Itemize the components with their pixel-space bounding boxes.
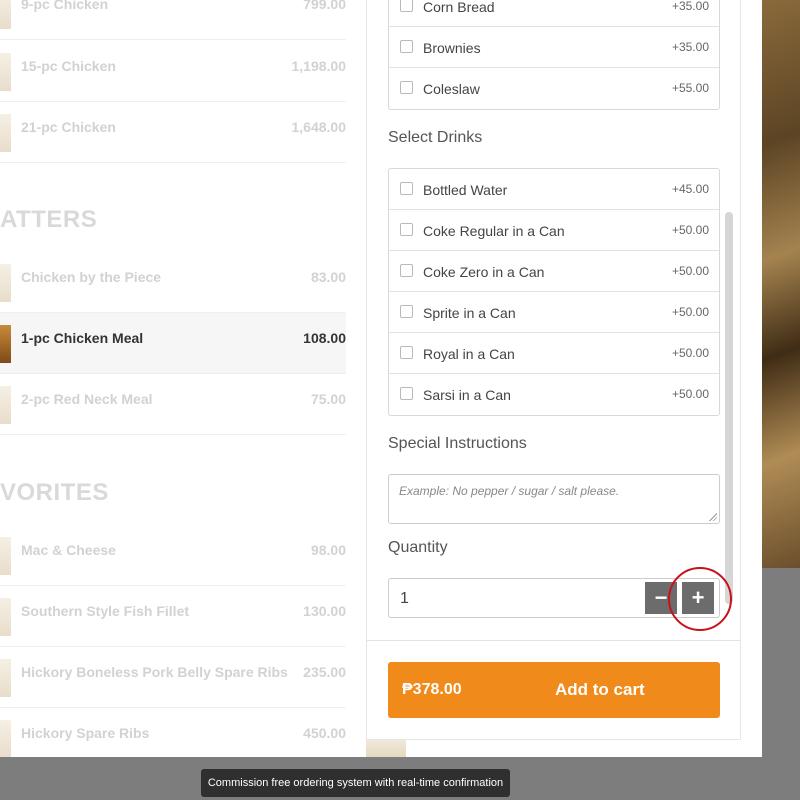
add-to-cart-button[interactable]: ₱378.00 Add to cart bbox=[388, 662, 720, 718]
option-price: +35.00 bbox=[671, 40, 709, 54]
drink-option[interactable]: Bottled Water +45.00 bbox=[389, 169, 719, 210]
option-label: Coke Regular in a Can bbox=[423, 223, 565, 239]
menu-item-thumbnail bbox=[0, 720, 11, 757]
side-option[interactable]: Brownies +35.00 bbox=[389, 27, 719, 68]
option-label: Brownies bbox=[423, 40, 481, 56]
option-price: +55.00 bbox=[671, 81, 709, 95]
menu-item-thumbnail bbox=[0, 53, 11, 91]
side-option[interactable]: Corn Bread +35.00 bbox=[389, 0, 719, 27]
option-price: +35.00 bbox=[671, 0, 709, 13]
menu-item-name: Mac & Cheese bbox=[21, 542, 116, 558]
menu-item[interactable]: Hickory Boneless Pork Belly Spare Ribs 2… bbox=[0, 647, 346, 708]
panel-scrollbar[interactable] bbox=[725, 212, 733, 604]
drink-option[interactable]: Coke Regular in a Can +50.00 bbox=[389, 210, 719, 251]
menu-item-price: 75.00 bbox=[310, 391, 346, 407]
textarea-placeholder: Example: No pepper / sugar / salt please… bbox=[399, 484, 620, 498]
menu-item-thumbnail bbox=[0, 386, 11, 424]
drink-option[interactable]: Coke Zero in a Can +50.00 bbox=[389, 251, 719, 292]
menu-item-price: 108.00 bbox=[303, 330, 346, 346]
menu-item[interactable]: Mac & Cheese 98.00 bbox=[0, 525, 346, 586]
menu-item-name: 1-pc Chicken Meal bbox=[21, 330, 144, 346]
drink-option[interactable]: Sprite in a Can +50.00 bbox=[389, 292, 719, 333]
menu-item-thumbnail bbox=[366, 740, 406, 757]
menu-item-thumbnail bbox=[0, 114, 11, 152]
quantity-input[interactable]: 1 bbox=[400, 590, 409, 608]
menu-item-name: 9-pc Chicken bbox=[21, 0, 109, 12]
menu-item-name: Hickory Boneless Pork Belly Spare Ribs bbox=[21, 664, 288, 680]
menu-item-thumbnail bbox=[0, 325, 11, 363]
option-label: Corn Bread bbox=[423, 0, 495, 15]
tooltip: Commission free ordering system with rea… bbox=[201, 769, 510, 797]
section-title: ATTERS bbox=[0, 206, 98, 233]
option-label: Royal in a Can bbox=[423, 346, 515, 362]
option-price: +50.00 bbox=[671, 305, 709, 319]
menu-item-thumbnail bbox=[0, 659, 11, 697]
checkbox[interactable] bbox=[400, 387, 413, 400]
drink-option[interactable]: Sarsi in a Can +50.00 bbox=[389, 374, 719, 415]
option-price: +50.00 bbox=[671, 346, 709, 360]
option-label: Coke Zero in a Can bbox=[423, 264, 545, 280]
option-price: +50.00 bbox=[671, 387, 709, 401]
menu-item-price: 235.00 bbox=[303, 664, 346, 680]
menu-item-thumbnail bbox=[0, 537, 11, 575]
menu-item-price: 450.00 bbox=[303, 725, 346, 741]
checkbox[interactable] bbox=[400, 0, 413, 12]
checkbox[interactable] bbox=[400, 346, 413, 359]
menu-item-name: Hickory Spare Ribs bbox=[21, 725, 150, 741]
checkbox[interactable] bbox=[400, 264, 413, 277]
menu-item-price: 1,198.00 bbox=[291, 58, 347, 74]
menu-item-price: 130.00 bbox=[303, 603, 346, 619]
menu-item[interactable]: 15-pc Chicken 1,198.00 bbox=[0, 41, 346, 102]
checkbox[interactable] bbox=[400, 305, 413, 318]
menu-item[interactable]: Southern Style Fish Fillet 130.00 bbox=[0, 586, 346, 647]
menu-item-name: Chicken by the Piece bbox=[21, 269, 162, 285]
drinks-option-list: Bottled Water +45.00 Coke Regular in a C… bbox=[388, 168, 720, 416]
menu-item-price: 83.00 bbox=[310, 269, 346, 285]
menu-item-thumbnail bbox=[0, 0, 11, 29]
checkbox[interactable] bbox=[400, 40, 413, 53]
option-label: Sprite in a Can bbox=[423, 305, 516, 321]
background-photo bbox=[762, 0, 800, 568]
option-price: +50.00 bbox=[671, 223, 709, 237]
decrease-quantity-button[interactable]: − bbox=[645, 582, 677, 614]
menu-item-price: 1,648.00 bbox=[291, 119, 347, 135]
checkbox[interactable] bbox=[400, 81, 413, 94]
menu-item-name: 15-pc Chicken bbox=[21, 58, 116, 74]
quantity-stepper: 1 − + bbox=[388, 578, 720, 618]
menu-item[interactable]: Chicken by the Piece 83.00 bbox=[0, 252, 346, 313]
menu-item[interactable]: 2-pc Red Neck Meal 75.00 bbox=[0, 374, 346, 435]
option-label: Sarsi in a Can bbox=[423, 387, 511, 403]
menu-item[interactable]: Hickory Spare Ribs 450.00 bbox=[0, 708, 346, 757]
footer-divider bbox=[367, 640, 740, 641]
menu-item-name: Southern Style Fish Fillet bbox=[21, 603, 190, 619]
drinks-heading: Select Drinks bbox=[388, 129, 483, 146]
quantity-heading: Quantity bbox=[388, 539, 448, 556]
section-title: VORITES bbox=[0, 479, 109, 506]
menu-item-thumbnail bbox=[0, 264, 11, 302]
instructions-heading: Special Instructions bbox=[388, 435, 527, 452]
menu-item-price: 98.00 bbox=[310, 542, 346, 558]
menu-item[interactable]: 21-pc Chicken 1,648.00 bbox=[0, 102, 346, 163]
option-price: +45.00 bbox=[671, 182, 709, 196]
checkbox[interactable] bbox=[400, 223, 413, 236]
cart-total-price: ₱378.00 bbox=[402, 681, 462, 698]
menu-item[interactable]: 9-pc Chicken 799.00 bbox=[0, 0, 346, 40]
special-instructions-textarea[interactable]: Example: No pepper / sugar / salt please… bbox=[388, 474, 720, 524]
sides-option-list: Corn Bread +35.00 Brownies +35.00 Colesl… bbox=[388, 0, 720, 110]
menu-item-selected[interactable]: 1-pc Chicken Meal 108.00 bbox=[0, 313, 346, 374]
add-to-cart-label: Add to cart bbox=[555, 680, 645, 699]
increase-quantity-button[interactable]: + bbox=[682, 582, 714, 614]
checkbox[interactable] bbox=[400, 182, 413, 195]
option-label: Bottled Water bbox=[423, 182, 508, 198]
menu-item-thumbnail bbox=[0, 598, 11, 636]
side-option[interactable]: Coleslaw +55.00 bbox=[389, 68, 719, 109]
drink-option[interactable]: Royal in a Can +50.00 bbox=[389, 333, 719, 374]
option-label: Coleslaw bbox=[423, 81, 480, 97]
resize-handle-icon[interactable] bbox=[709, 513, 717, 521]
item-options-panel: Corn Bread +35.00 Brownies +35.00 Colesl… bbox=[366, 0, 741, 740]
menu-item-price: 799.00 bbox=[303, 0, 346, 12]
menu-item-name: 2-pc Red Neck Meal bbox=[21, 391, 153, 407]
menu-item-name: 21-pc Chicken bbox=[21, 119, 116, 135]
option-price: +50.00 bbox=[671, 264, 709, 278]
